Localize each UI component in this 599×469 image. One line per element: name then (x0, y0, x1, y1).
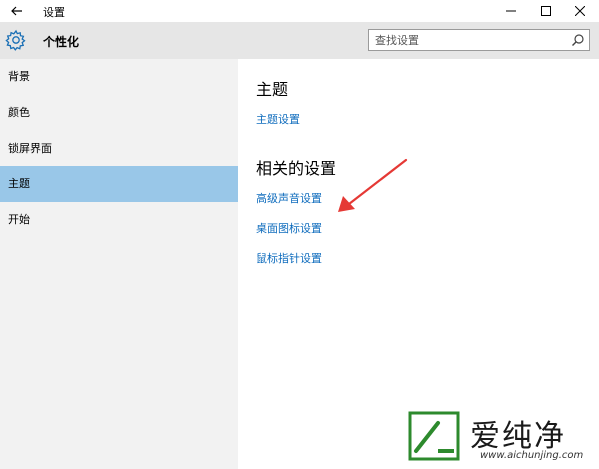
page-title: 个性化 (43, 35, 80, 49)
search-box[interactable] (368, 29, 590, 51)
title-bar: 设置 (0, 0, 599, 22)
watermark-logo-icon (408, 411, 460, 461)
page-header: 个性化 (0, 22, 599, 59)
maximize-button[interactable] (530, 0, 562, 22)
gear-icon (5, 29, 26, 51)
sidebar-item-themes[interactable]: 主题 (0, 166, 238, 202)
sidebar-item-background[interactable]: 背景 (0, 59, 238, 95)
watermark-text: 爱纯净 (470, 419, 566, 454)
back-button[interactable] (0, 0, 34, 22)
close-button[interactable] (564, 0, 596, 22)
link-theme-settings[interactable]: 主题设置 (256, 111, 300, 127)
section-title-related: 相关的设置 (256, 159, 337, 178)
watermark: 爱纯净 www.aichunjing.com (398, 405, 595, 465)
link-mouse-pointer-settings[interactable]: 鼠标指针设置 (256, 250, 322, 266)
window-title: 设置 (43, 6, 65, 19)
link-advanced-sound-settings[interactable]: 高级声音设置 (256, 190, 322, 206)
back-arrow-icon (11, 6, 22, 16)
link-desktop-icon-settings[interactable]: 桌面图标设置 (256, 220, 322, 236)
close-icon (575, 6, 585, 16)
maximize-icon (541, 6, 551, 16)
section-title-theme: 主题 (256, 80, 289, 99)
search-input[interactable] (375, 32, 560, 48)
sidebar: 背景 颜色 锁屏界面 主题 开始 (0, 59, 238, 469)
sidebar-item-start[interactable]: 开始 (0, 202, 238, 238)
minimize-icon (506, 10, 516, 12)
minimize-button[interactable] (495, 0, 527, 22)
watermark-url: www.aichunjing.com (480, 450, 584, 461)
annotation-arrow-icon (338, 158, 408, 212)
sidebar-item-lock-screen[interactable]: 锁屏界面 (0, 131, 238, 167)
sidebar-item-colors[interactable]: 颜色 (0, 95, 238, 131)
search-icon[interactable] (571, 33, 585, 47)
